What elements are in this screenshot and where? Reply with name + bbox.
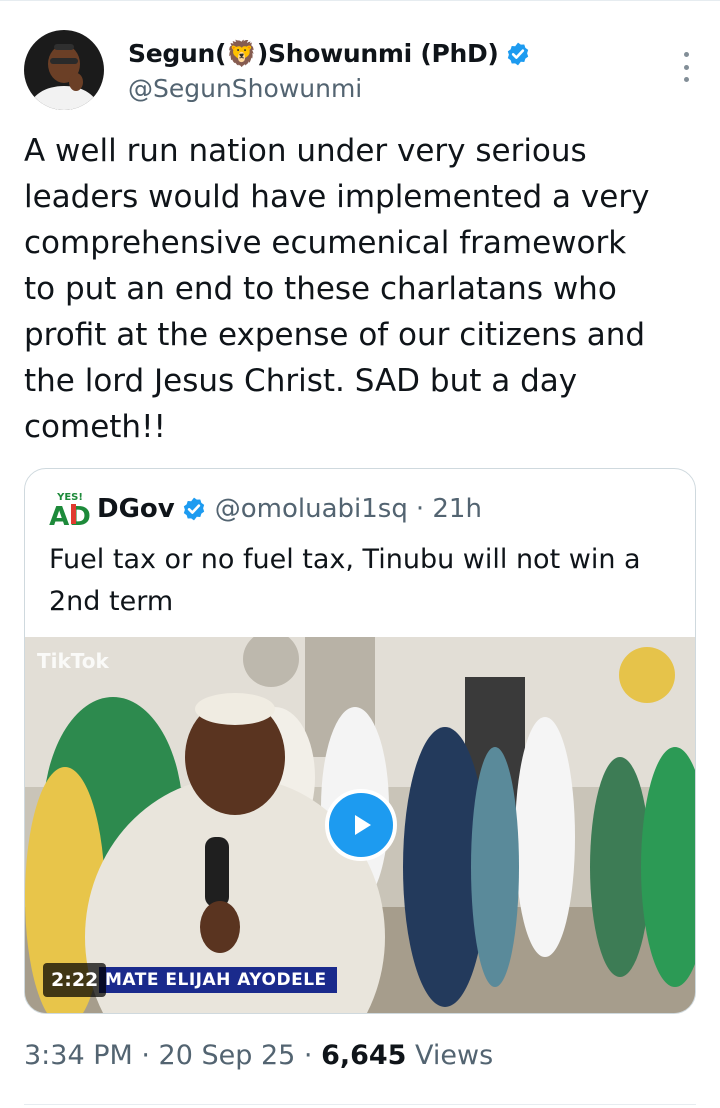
video-caption-banner: MATE ELIJAH AYODELE: [99, 967, 337, 993]
quote-text: Fuel tax or no fuel tax, Tinubu will not…: [49, 544, 641, 617]
views-label: Views: [406, 1040, 494, 1071]
verified-badge-icon: [183, 497, 204, 521]
top-divider: [0, 0, 720, 6]
tweet-meta: 3:34 PM · 20 Sep 25 · 6,645 Views: [24, 1040, 493, 1071]
quote-author-name[interactable]: DGov: [97, 494, 175, 524]
quote-author-handle[interactable]: @omoluabi1sq: [215, 494, 408, 524]
tiktok-watermark: TikTok: [37, 649, 109, 673]
svg-text:AD: AD: [49, 502, 91, 529]
quote-avatar-logo[interactable]: YES! AD: [49, 489, 91, 532]
avatar[interactable]: [24, 30, 104, 110]
more-vertical-icon[interactable]: [676, 52, 696, 82]
author-block: Segun(🦁)Showunmi (PhD) @SegunShowunmi: [128, 36, 531, 103]
video-player[interactable]: TikTok MATE ELIJAH AYODELE 2:22: [25, 637, 695, 1013]
tweet-header: Segun(🦁)Showunmi (PhD) @SegunShowunmi: [24, 30, 696, 110]
quote-header: YES! AD DGov @omoluabi1sq · 21h: [49, 489, 482, 532]
bottom-divider: [24, 1104, 696, 1105]
views-count[interactable]: 6,645: [321, 1040, 406, 1071]
quoted-tweet[interactable]: YES! AD DGov @omoluabi1sq · 21h Fuel tax…: [24, 468, 696, 1014]
play-icon[interactable]: [325, 789, 397, 861]
quote-timestamp[interactable]: · 21h: [416, 494, 482, 524]
video-duration: 2:22: [43, 963, 107, 997]
author-handle[interactable]: @SegunShowunmi: [128, 74, 531, 103]
author-display-name[interactable]: Segun(🦁)Showunmi (PhD): [128, 39, 499, 69]
tweet-text: A well run nation under very serious lea…: [24, 133, 650, 445]
verified-badge-icon: [507, 42, 528, 66]
tweet-timestamp[interactable]: 3:34 PM · 20 Sep 25 ·: [24, 1040, 321, 1071]
